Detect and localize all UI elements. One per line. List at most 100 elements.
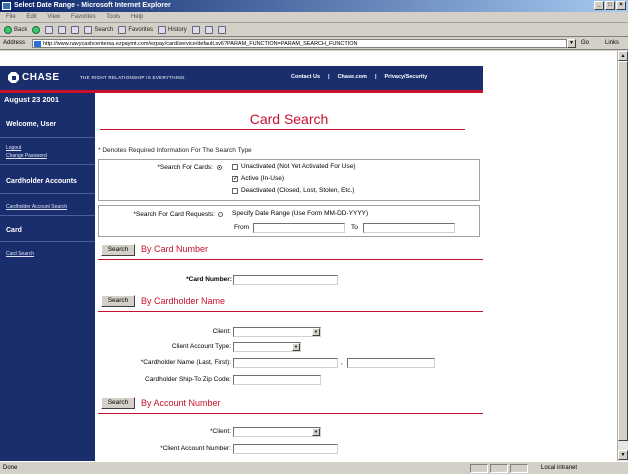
scroll-thumb[interactable]	[618, 61, 628, 441]
active-checkbox[interactable]: ✓	[232, 175, 238, 182]
minimize-button[interactable]: _	[594, 1, 604, 10]
zip-label: Cardholder Ship-To Zip Code:	[145, 376, 231, 383]
cardholder-accounts-heading: Cardholder Accounts	[6, 178, 77, 185]
address-input[interactable]: http://www.navycashcentersa.ezpaymt.com/…	[32, 39, 567, 48]
home-button[interactable]	[71, 25, 80, 34]
contact-us-link[interactable]: Contact Us	[291, 74, 320, 80]
mail-button[interactable]	[191, 25, 200, 34]
stop-button[interactable]	[45, 25, 54, 34]
vertical-scrollbar[interactable]: ▲ ▼	[617, 51, 628, 461]
last-name-input[interactable]	[233, 358, 338, 368]
refresh-icon	[58, 25, 67, 34]
menu-help[interactable]: Help	[131, 14, 143, 20]
stop-icon	[45, 25, 54, 34]
from-date-input[interactable]	[253, 223, 345, 233]
unactivated-checkbox[interactable]	[232, 163, 238, 170]
ie-icon	[2, 2, 11, 10]
change-password-link[interactable]: Change Password	[6, 153, 47, 159]
menu-tools[interactable]: Tools	[106, 14, 120, 20]
menu-file[interactable]: File	[6, 14, 16, 20]
nav-separator: |	[328, 74, 330, 80]
scroll-down-icon[interactable]: ▼	[618, 450, 628, 460]
client-account-number-input[interactable]	[233, 444, 338, 454]
refresh-button[interactable]	[58, 25, 67, 34]
main-content: Card Search * Denotes Required Informati…	[95, 93, 483, 461]
chase-com-link[interactable]: Chase.com	[338, 74, 367, 80]
go-button[interactable]: Go	[581, 37, 589, 50]
search-requests-label: *Search For Card Requests:	[133, 211, 215, 218]
cardholder-account-search-link[interactable]: Cardholder Account Search	[6, 204, 67, 210]
tagline: THE RIGHT RELATIONSHIP IS EVERYTHING.	[80, 75, 187, 80]
search-cards-radio[interactable]	[217, 165, 222, 170]
address-bar: Address http://www.navycashcentersa.ezpa…	[0, 37, 628, 50]
menu-view[interactable]: View	[47, 14, 60, 20]
security-zone: Local intranet	[541, 465, 578, 471]
logout-link[interactable]: Logout	[6, 145, 21, 151]
search-by-cardholder-name-button[interactable]: Search	[101, 295, 135, 307]
name-separator: ,	[341, 359, 343, 366]
forward-arrow-icon	[32, 25, 41, 34]
links-button[interactable]: Links	[605, 37, 619, 50]
search-by-card-number-button[interactable]: Search	[101, 244, 135, 256]
client-account-type-select[interactable]: ▼	[233, 342, 301, 352]
search-button-toolbar[interactable]: Search	[84, 23, 113, 37]
nav-separator: |	[374, 74, 377, 80]
deactivated-checkbox[interactable]	[232, 187, 238, 194]
to-label: To	[351, 224, 358, 231]
card-search-link[interactable]: Card Search	[6, 251, 34, 257]
search-by-account-number-button[interactable]: Search	[101, 397, 135, 409]
top-nav: Contact Us | Chase.com | Privacy/Securit…	[291, 74, 427, 80]
required-note: * Denotes Required Information For The S…	[98, 147, 252, 154]
close-button[interactable]: ×	[616, 1, 626, 10]
status-pane	[470, 464, 488, 473]
by-cardholder-name-heading: By Cardholder Name	[141, 296, 226, 306]
zip-code-input[interactable]	[233, 375, 321, 385]
edit-icon	[217, 25, 226, 34]
scroll-up-icon[interactable]: ▲	[618, 51, 628, 61]
chevron-down-icon: ▼	[312, 428, 320, 436]
page-title: Card Search	[249, 111, 329, 127]
client-required-label: *Client:	[210, 428, 231, 435]
chase-logo[interactable]: CHASE	[8, 72, 60, 83]
page-viewport: CHASE THE RIGHT RELATIONSHIP IS EVERYTHI…	[0, 51, 617, 461]
window-title: Select Date Range - Microsoft Internet E…	[14, 2, 171, 9]
status-pane	[490, 464, 508, 473]
search-for-cards-label: *Search For Cards:	[157, 164, 213, 171]
menu-favorites[interactable]: Favorites	[71, 14, 96, 20]
edit-button[interactable]	[217, 25, 226, 34]
history-button[interactable]: History	[158, 23, 187, 37]
client-select[interactable]: ▼	[233, 327, 321, 337]
client-account-number-label: *Client Account Number:	[160, 445, 231, 452]
privacy-security-link[interactable]: Privacy/Security	[384, 74, 427, 80]
first-name-input[interactable]	[347, 358, 435, 368]
print-icon	[204, 25, 213, 34]
sidebar-divider	[0, 215, 95, 216]
unactivated-option: Unactivated (Not Yet Activated For Use)	[232, 163, 356, 170]
card-heading: Card	[6, 227, 22, 234]
menu-edit[interactable]: Edit	[26, 14, 36, 20]
favorites-button[interactable]: Favorites	[118, 23, 153, 37]
menu-bar: File Edit View Favorites Tools Help	[0, 12, 628, 23]
card-number-label: *Card Number:	[186, 276, 232, 283]
account-client-select[interactable]: ▼	[233, 427, 321, 437]
chevron-down-icon: ▼	[292, 343, 300, 351]
back-arrow-icon	[4, 25, 12, 34]
maximize-button[interactable]: □	[605, 1, 615, 10]
print-button[interactable]	[204, 25, 213, 34]
favorites-icon	[118, 25, 127, 34]
address-label: Address	[3, 40, 26, 46]
address-dropdown-button[interactable]: ▼	[567, 39, 576, 48]
status-done: Done	[3, 465, 18, 471]
home-icon	[71, 25, 80, 34]
sidebar-divider	[0, 137, 95, 138]
back-button[interactable]: Back	[4, 23, 27, 37]
to-date-input[interactable]	[363, 223, 455, 233]
mail-icon	[191, 25, 200, 34]
by-account-number-heading: By Account Number	[141, 398, 221, 408]
card-requests-radio[interactable]	[218, 212, 223, 217]
chase-header: CHASE THE RIGHT RELATIONSHIP IS EVERYTHI…	[0, 66, 483, 90]
history-icon	[158, 25, 167, 34]
card-number-input[interactable]	[233, 275, 338, 285]
deactivated-option: Deactivated (Closed, Lost, Stolen, Etc.)	[232, 187, 354, 194]
forward-button[interactable]	[32, 25, 41, 34]
